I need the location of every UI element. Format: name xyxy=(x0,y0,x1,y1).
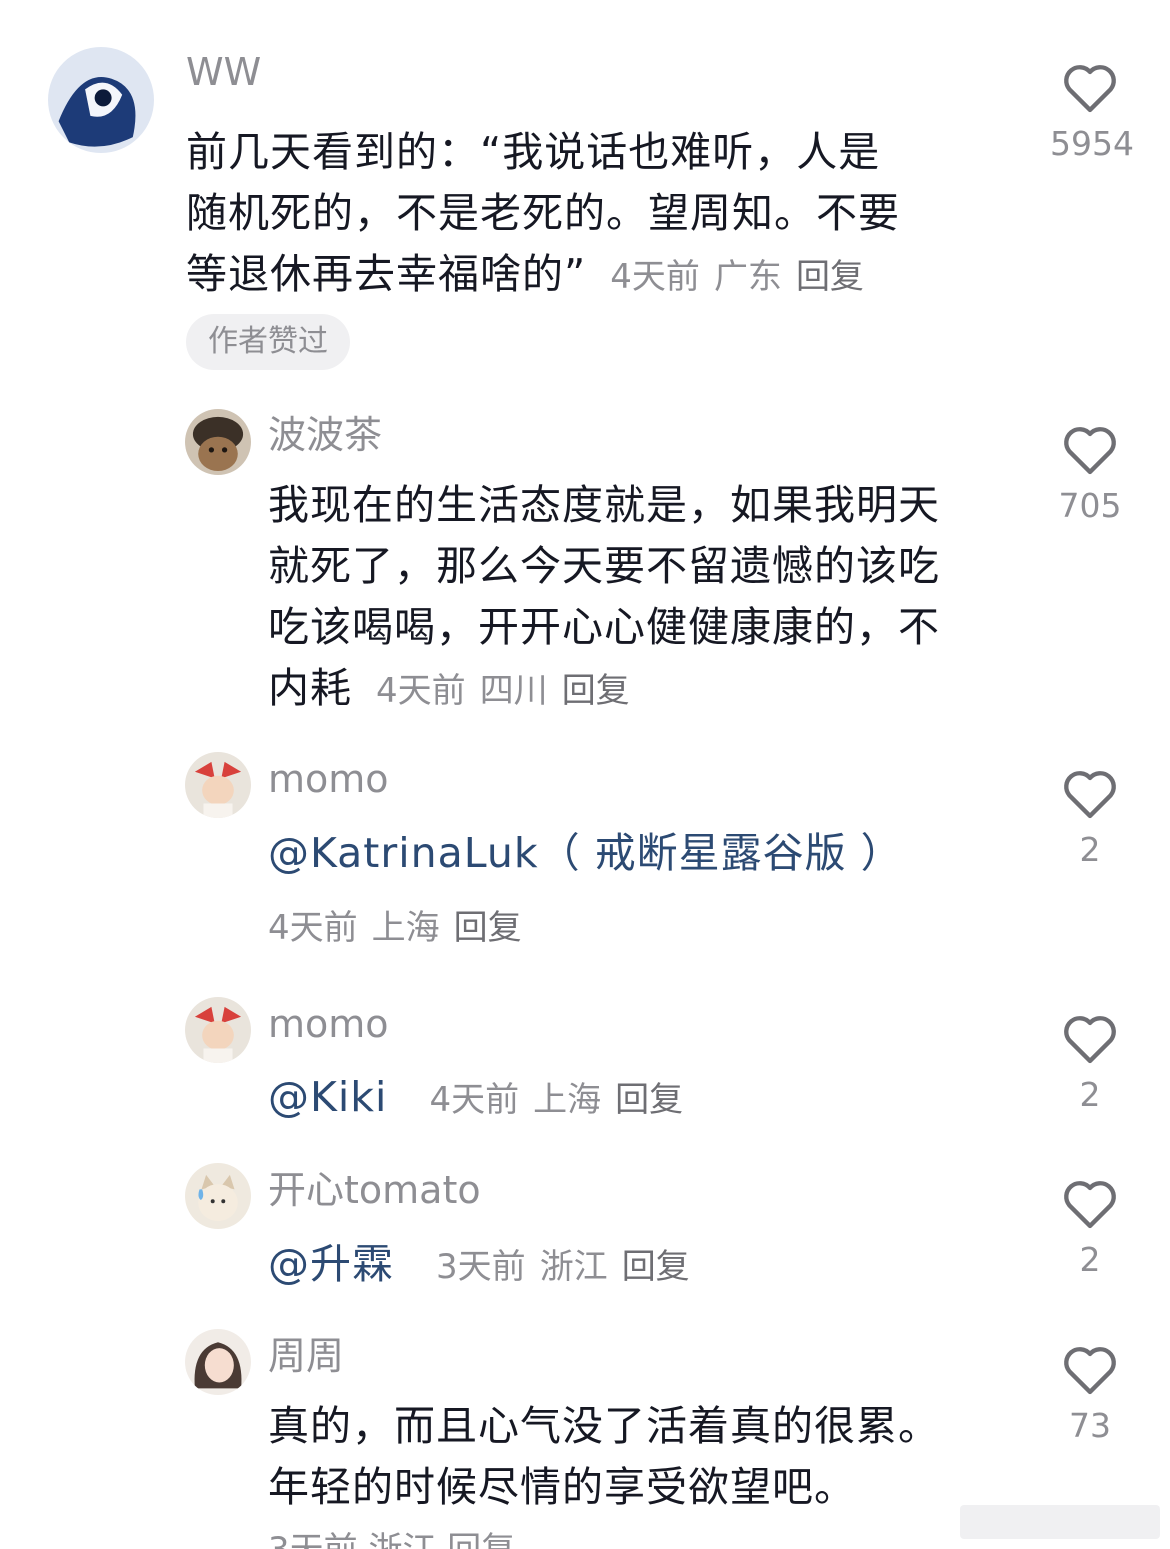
heart-outline-icon xyxy=(1064,65,1116,113)
avatar[interactable] xyxy=(185,997,251,1063)
comment-line: 内耗 4天前 四川 回复 xyxy=(268,658,644,722)
avatar[interactable] xyxy=(185,1329,251,1395)
comment-time: 4天前 xyxy=(376,671,466,711)
avatar[interactable] xyxy=(185,409,251,475)
like-button[interactable]: 2 xyxy=(1050,766,1130,870)
reply-button[interactable]: 回复 xyxy=(796,257,864,297)
comment-time: 3天前 xyxy=(268,1530,358,1549)
username[interactable]: 开心tomato xyxy=(268,1168,481,1212)
username[interactable]: momo xyxy=(268,757,389,801)
comment-meta-partial: 3天前 浙江 回复 xyxy=(268,1530,515,1549)
comment-line: @Kiki 4天前 上海 回复 xyxy=(268,1067,697,1131)
like-button[interactable]: 5954 xyxy=(1050,60,1134,164)
username[interactable]: 波波茶 xyxy=(268,413,382,457)
comment-line-end: 内耗 xyxy=(268,664,352,712)
comment-meta: 3天前 浙江 回复 xyxy=(436,1247,704,1287)
comment-line: 随机死的，不是老死的。望周知。不要 xyxy=(186,189,900,237)
comment-line: 年轻的时候尽情的享受欲望吧。 xyxy=(268,1463,856,1511)
avatar-image xyxy=(185,752,251,818)
comment-location: 广东 xyxy=(713,257,782,297)
like-count: 73 xyxy=(1069,1406,1111,1445)
avatar[interactable] xyxy=(48,47,154,153)
comment-location: 四川 xyxy=(479,671,548,711)
heart-outline-icon xyxy=(1064,771,1116,819)
comment-line: 前几天看到的：“我说话也难听，人是 xyxy=(186,128,881,176)
comment-location: 浙江 xyxy=(368,1530,436,1549)
avatar-image xyxy=(185,997,251,1063)
like-count: 5954 xyxy=(1050,124,1134,163)
like-count: 2 xyxy=(1079,1240,1101,1279)
comment-location: 上海 xyxy=(533,1080,602,1120)
like-button[interactable]: 705 xyxy=(1050,422,1130,526)
avatar[interactable] xyxy=(185,752,251,818)
comment-location: 上海 xyxy=(371,908,440,948)
heart-outline-icon xyxy=(1064,1016,1116,1064)
username[interactable]: momo xyxy=(268,1002,389,1046)
comment-meta: 4天前 上海 回复 xyxy=(429,1080,697,1120)
heart-outline-icon xyxy=(1064,427,1116,475)
reply-button[interactable]: 回复 xyxy=(622,1247,690,1287)
like-button[interactable]: 2 xyxy=(1050,1011,1130,1115)
reply-button[interactable]: 回复 xyxy=(615,1080,683,1120)
comment-line: 就死了，那么今天要不留遗憾的该吃 xyxy=(268,542,940,590)
comment-time: 4天前 xyxy=(268,908,358,948)
like-count: 2 xyxy=(1079,1075,1101,1114)
comment-time: 4天前 xyxy=(610,257,700,297)
mention-link[interactable]: @Kiki xyxy=(268,1073,387,1121)
avatar-image xyxy=(185,1163,251,1229)
reply-button[interactable]: 回复 xyxy=(562,671,630,711)
avatar-image xyxy=(185,1329,251,1395)
comment-location: 浙江 xyxy=(539,1247,608,1287)
comment-line: 真的，而且心气没了活着真的很累。 xyxy=(268,1402,940,1450)
comment-line: 吃该喝喝，开开心心健健康康的，不 xyxy=(268,603,940,651)
like-button[interactable]: 73 xyxy=(1050,1342,1130,1446)
heart-outline-icon xyxy=(1064,1181,1116,1229)
like-count: 2 xyxy=(1079,830,1101,869)
watermark xyxy=(960,1505,1160,1539)
comment-time: 3天前 xyxy=(436,1247,526,1287)
username[interactable]: WW xyxy=(186,50,261,94)
like-button[interactable]: 2 xyxy=(1050,1176,1130,1280)
comment-line: 我现在的生活态度就是，如果我明天 xyxy=(268,481,940,529)
comment-meta: 4天前 四川 回复 xyxy=(376,671,644,711)
like-count: 705 xyxy=(1058,486,1122,525)
author-liked-badge: 作者赞过 xyxy=(186,314,350,370)
heart-outline-icon xyxy=(1064,1347,1116,1395)
avatar[interactable] xyxy=(185,1163,251,1229)
avatar-image xyxy=(185,409,251,475)
comment-time: 4天前 xyxy=(429,1080,520,1120)
username[interactable]: 周周 xyxy=(268,1334,344,1378)
comment-line-end: 等退休再去幸福啥的” xyxy=(186,250,587,298)
reply-button[interactable]: 回复 xyxy=(447,1530,515,1549)
reply-button[interactable]: 回复 xyxy=(454,908,522,948)
comment-line: @升霖 3天前 浙江 回复 xyxy=(268,1234,704,1298)
avatar-image xyxy=(48,47,154,153)
comment-line: 等退休再去幸福啥的” 4天前 广东 回复 xyxy=(186,244,878,308)
comment-meta: 4天前 广东 回复 xyxy=(610,257,878,297)
mention-link[interactable]: @KatrinaLuk（ 戒断星露谷版 ） xyxy=(268,823,903,884)
mention-link[interactable]: @升霖 xyxy=(268,1240,394,1288)
comment-meta: 4天前 上海 回复 xyxy=(268,900,536,949)
